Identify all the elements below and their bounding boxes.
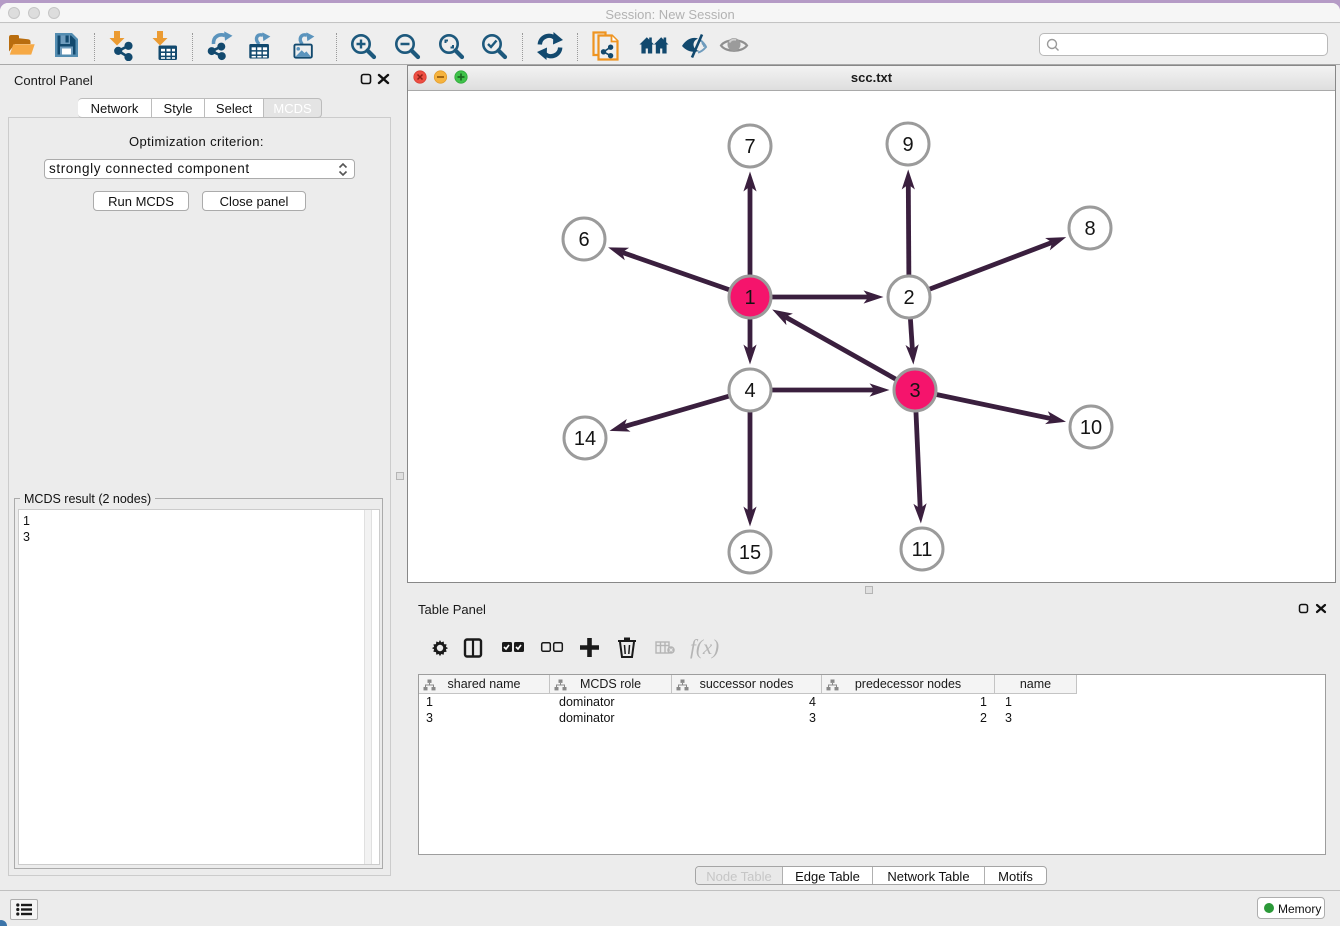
svg-text:14: 14: [574, 428, 596, 450]
svg-text:1: 1: [744, 287, 755, 309]
svg-text:3: 3: [909, 380, 920, 402]
svg-text:2: 2: [903, 287, 914, 309]
svg-text:11: 11: [912, 539, 933, 561]
svg-text:6: 6: [578, 229, 589, 251]
svg-text:9: 9: [902, 134, 913, 156]
svg-text:10: 10: [1080, 417, 1102, 439]
svg-text:4: 4: [744, 380, 755, 402]
svg-text:15: 15: [739, 542, 761, 564]
svg-text:8: 8: [1084, 218, 1095, 240]
svg-text:7: 7: [744, 136, 755, 158]
